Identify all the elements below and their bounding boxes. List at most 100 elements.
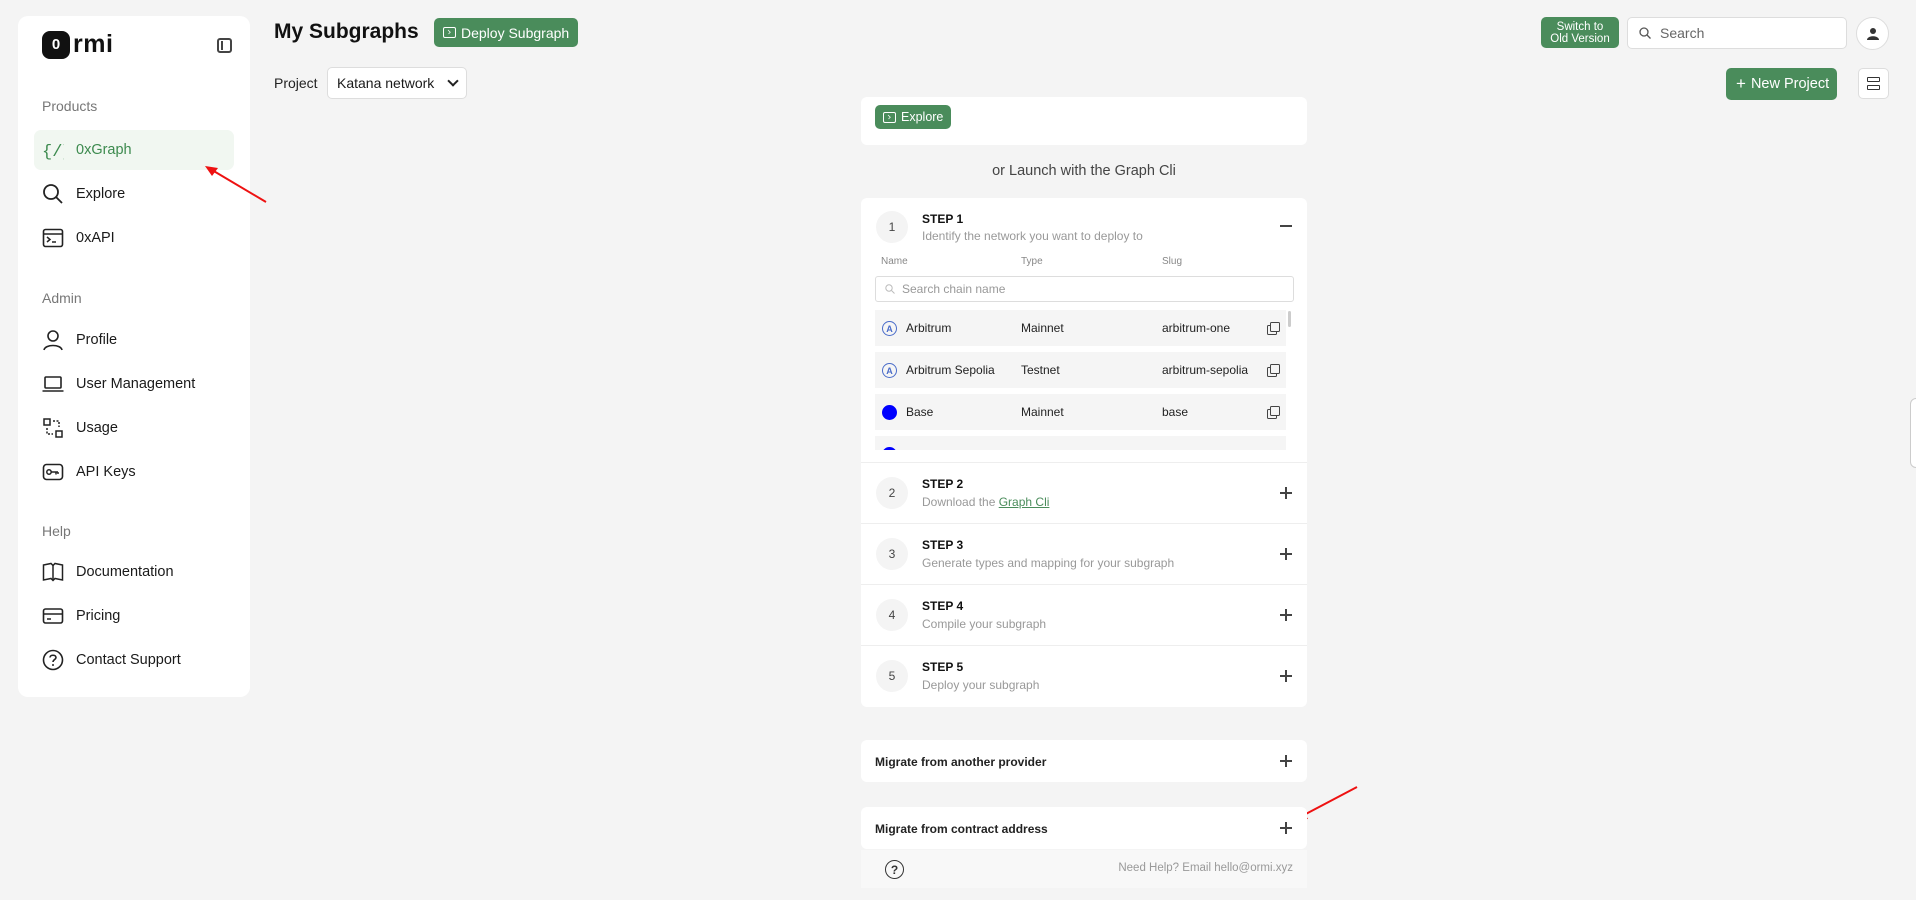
- sidebar-item-label: 0xGraph: [76, 142, 132, 158]
- sidebar-item-pricing[interactable]: Pricing: [34, 596, 234, 636]
- sidebar-item-documentation[interactable]: Documentation: [34, 552, 234, 592]
- copy-icon[interactable]: [1267, 406, 1280, 419]
- search-icon: [885, 284, 895, 294]
- explore-button[interactable]: Explore: [875, 105, 952, 129]
- help-contact-text: Need Help? Email hello@ormi.xyz: [1118, 862, 1293, 874]
- page-title: My Subgraphs: [274, 20, 419, 43]
- chain-row[interactable]: A Arbitrum Sepolia Testnet arbitrum-sepo…: [875, 352, 1286, 388]
- migrate-provider-card[interactable]: Migrate from another provider: [861, 740, 1307, 782]
- plus-icon: +: [1736, 74, 1746, 93]
- step-description-text: Download the: [922, 495, 999, 509]
- user-icon: [42, 329, 64, 351]
- chain-slug: arbitrum-sepolia: [1162, 363, 1249, 377]
- sidebar-item-label: Pricing: [76, 608, 121, 624]
- collapse-sidebar-icon[interactable]: [217, 38, 232, 53]
- step-description: Generate types and mapping for your subg…: [922, 556, 1175, 570]
- new-project-label: New Project: [1750, 76, 1830, 92]
- layout-row-icon: [1867, 77, 1880, 82]
- search-icon: [42, 183, 64, 205]
- collapse-step-icon[interactable]: [1280, 220, 1292, 232]
- usage-icon: [42, 417, 64, 439]
- chain-row[interactable]: Base Mainnet base: [875, 394, 1286, 430]
- sidebar-item-api-keys[interactable]: API Keys: [34, 452, 234, 492]
- chain-list: A Arbitrum Mainnet arbitrum-one A Arbitr…: [875, 310, 1294, 450]
- step-2[interactable]: 2 STEP 2 Download the Graph Cli: [861, 463, 1307, 524]
- credit-card-icon: [42, 605, 64, 627]
- switch-old-version-button[interactable]: Switch to Old Version: [1541, 17, 1619, 48]
- sidebar-item-label: API Keys: [76, 464, 136, 480]
- arbitrum-icon: A: [882, 363, 897, 378]
- logo-badge: 0: [42, 30, 70, 59]
- side-feedback-tab[interactable]: [1910, 398, 1916, 468]
- expand-step-icon[interactable]: [1280, 609, 1292, 621]
- expand-migrate-contract-icon[interactable]: [1280, 822, 1292, 834]
- layout-toggle-button[interactable]: [1858, 68, 1889, 99]
- ormi-logo[interactable]: 0 rmi: [42, 30, 113, 59]
- question-circle-icon: [42, 649, 64, 671]
- chain-slug: base: [1162, 405, 1189, 419]
- sidebar-item-label: Explore: [76, 186, 126, 202]
- sidebar-item-label: Contact Support: [76, 652, 181, 668]
- sidebar-item-label: 0xAPI: [76, 230, 115, 246]
- step-title: STEP 2: [922, 477, 964, 491]
- base-icon: [882, 405, 897, 420]
- column-header-type: Type: [1021, 256, 1043, 267]
- chain-name: Arbitrum: [906, 321, 952, 335]
- step-title: STEP 4: [922, 599, 964, 613]
- user-avatar-button[interactable]: [1856, 17, 1889, 50]
- chain-name: Base: [906, 405, 934, 419]
- book-icon: [42, 561, 64, 583]
- chain-list-scrollbar[interactable]: [1288, 311, 1291, 327]
- copy-icon[interactable]: [1267, 322, 1280, 335]
- search-icon: [1639, 27, 1651, 39]
- step-title: STEP 3: [922, 538, 964, 552]
- copy-icon[interactable]: [1267, 364, 1280, 377]
- expand-step-icon[interactable]: [1280, 548, 1292, 560]
- step-1: 1 STEP 1 Identify the network you want t…: [861, 198, 1307, 463]
- switch-label-line1: Switch to: [1556, 20, 1604, 33]
- new-project-button[interactable]: + New Project: [1726, 68, 1838, 100]
- sidebar-item-user-management[interactable]: User Management: [34, 364, 234, 404]
- step-5[interactable]: 5 STEP 5 Deploy your subgraph: [861, 646, 1307, 707]
- svg-text:{/}: {/}: [42, 143, 64, 161]
- section-admin: Admin: [42, 290, 82, 306]
- column-header-slug: Slug: [1162, 256, 1183, 267]
- expand-migrate-provider-icon[interactable]: [1280, 755, 1292, 767]
- logo-text: rmi: [73, 30, 114, 58]
- step-number: 1: [876, 211, 908, 243]
- migrate-contract-card[interactable]: Migrate from contract address: [861, 807, 1307, 849]
- base-icon: [882, 447, 897, 450]
- steps-card: 1 STEP 1 Identify the network you want t…: [861, 198, 1307, 707]
- project-select[interactable]: Katana network: [327, 67, 467, 99]
- sidebar-item-usage[interactable]: Usage: [34, 408, 234, 448]
- graph-cli-link[interactable]: Graph Cli: [999, 495, 1050, 509]
- step-4[interactable]: 4 STEP 4 Compile your subgraph: [861, 585, 1307, 646]
- step-description: Identify the network you want to deploy …: [922, 229, 1143, 243]
- code-braces-icon: {/}: [42, 139, 64, 161]
- explore-button-label: Explore: [901, 110, 944, 124]
- chevron-down-icon: [447, 75, 459, 87]
- sidebar-item-label: Profile: [76, 332, 118, 348]
- laptop-icon: [42, 373, 64, 395]
- sidebar-item-contact-support[interactable]: Contact Support: [34, 640, 234, 680]
- section-products: Products: [42, 98, 98, 114]
- column-header-name: Name: [881, 256, 908, 267]
- sidebar-item-0xapi[interactable]: 0xAPI: [34, 218, 234, 258]
- sidebar-item-profile[interactable]: Profile: [34, 320, 234, 360]
- chain-row[interactable]: A Arbitrum Mainnet arbitrum-one: [875, 310, 1286, 346]
- chain-search-input[interactable]: [902, 282, 1282, 296]
- step-3[interactable]: 3 STEP 3 Generate types and mapping for …: [861, 524, 1307, 585]
- expand-step-icon[interactable]: [1280, 487, 1292, 499]
- chain-type: Testnet: [1021, 363, 1060, 377]
- launch-cli-text: or Launch with the Graph Cli: [992, 163, 1176, 179]
- deploy-subgraph-button[interactable]: Deploy Subgraph: [434, 18, 579, 47]
- expand-step-icon[interactable]: [1280, 670, 1292, 682]
- project-select-value: Katana network: [337, 75, 435, 91]
- chain-type: Mainnet: [1021, 405, 1064, 419]
- migrate-contract-label: Migrate from contract address: [875, 822, 1048, 836]
- chain-row[interactable]: [875, 436, 1286, 450]
- search-input[interactable]: [1660, 25, 1820, 41]
- sidebar-item-label: Documentation: [76, 564, 174, 580]
- question-circle-icon[interactable]: ?: [885, 860, 904, 879]
- step-description: Compile your subgraph: [922, 617, 1047, 631]
